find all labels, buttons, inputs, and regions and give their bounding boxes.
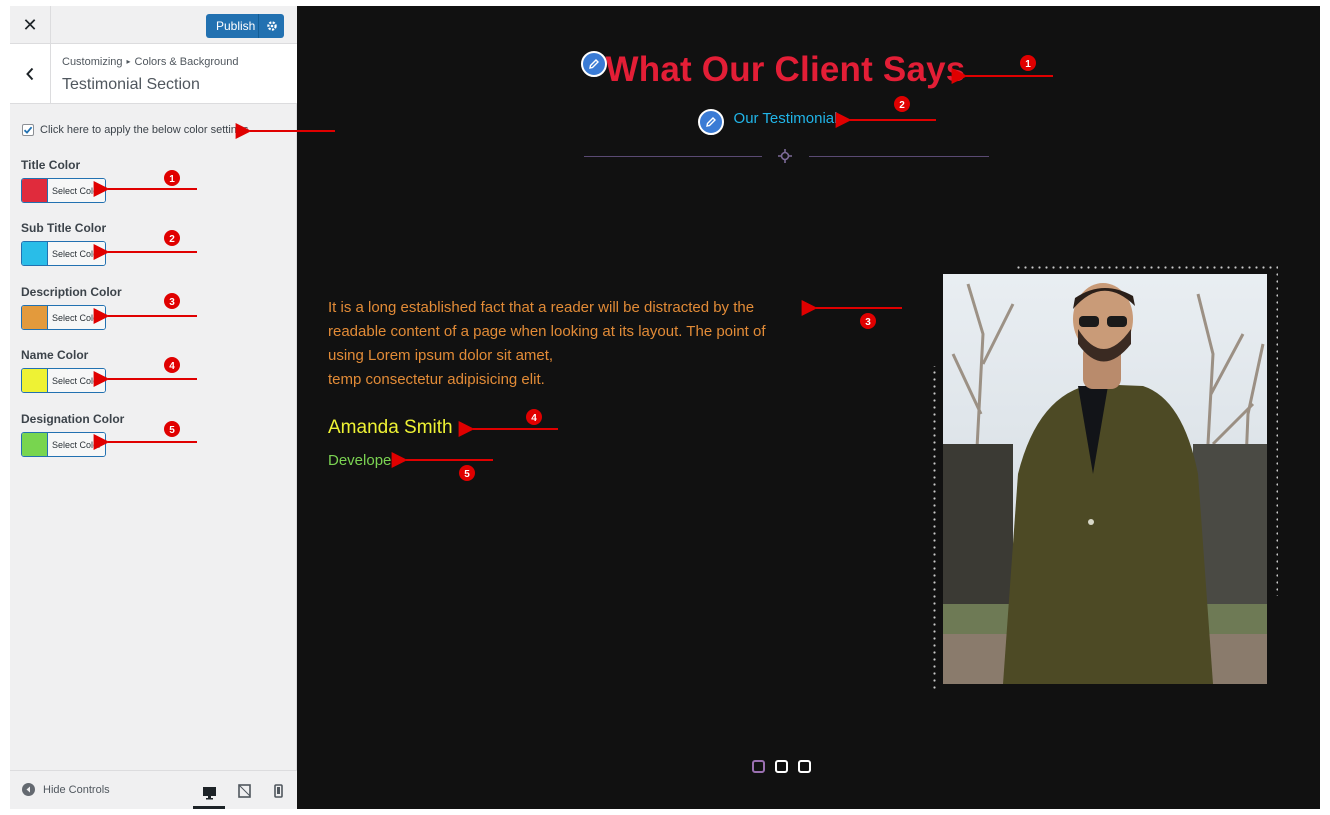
- client-photo: [943, 274, 1267, 684]
- title-color-label: Title Color: [21, 158, 81, 172]
- divider-line-right: [809, 156, 989, 157]
- customizer-footer: Hide Controls: [10, 770, 297, 809]
- subtitle-select-color-button[interactable]: Select Color: [47, 242, 105, 265]
- apply-color-settings-checkbox[interactable]: [22, 124, 34, 136]
- name-select-color-button[interactable]: Select Color: [47, 369, 105, 392]
- name-color-swatch[interactable]: [22, 369, 47, 392]
- desktop-preview-button[interactable]: [193, 779, 225, 809]
- designation-color-setting: Designation Color Select Color: [21, 412, 124, 457]
- client-name: Amanda Smith: [328, 417, 453, 438]
- publish-button-group: Publish: [206, 14, 284, 38]
- designation-color-swatch[interactable]: [22, 433, 47, 456]
- title-select-color-button[interactable]: Select Color: [47, 179, 105, 202]
- title-color-swatch[interactable]: [22, 179, 47, 202]
- tablet-icon: [237, 784, 251, 798]
- chevron-left-icon: [26, 67, 34, 81]
- title-color-setting: Title Color Select Color: [21, 158, 106, 203]
- testimonial-subtitle: Our Testimonial: [733, 110, 838, 127]
- mobile-icon: [273, 784, 283, 798]
- publish-settings-gear-icon[interactable]: [259, 20, 284, 32]
- name-color-picker[interactable]: Select Color: [21, 368, 106, 393]
- section-header: Customizing ▸ Colors & Background Testimon…: [10, 44, 297, 104]
- designation-color-label: Designation Color: [21, 412, 125, 426]
- customizer-window: ✕ Publish Customizing ▸ Colors & Backgroun…: [10, 6, 1320, 809]
- breadcrumb-root: Customizing: [62, 56, 123, 68]
- description-color-picker[interactable]: Select Color: [21, 305, 106, 330]
- name-color-setting: Name Color Select Color: [21, 348, 106, 393]
- description-line: temp consectetur adipisicing elit.: [328, 371, 545, 388]
- back-button[interactable]: [10, 44, 51, 104]
- name-color-label: Name Color: [21, 348, 89, 362]
- customizer-sidebar: ✕ Publish Customizing ▸ Colors & Backgroun…: [10, 6, 297, 809]
- publish-button[interactable]: Publish: [206, 19, 258, 33]
- crosshair-divider-icon: [778, 149, 792, 163]
- hide-controls-label: Hide Controls: [43, 783, 110, 796]
- close-customizer-button[interactable]: ✕: [10, 6, 51, 44]
- subtitle-color-label: Sub Title Color: [21, 221, 107, 235]
- description-line: readable content of a page when looking …: [328, 323, 766, 340]
- tablet-preview-button[interactable]: [228, 779, 260, 803]
- apply-color-settings-row: Click here to apply the below color sett…: [22, 124, 249, 136]
- designation-select-color-button[interactable]: Select Color: [47, 433, 105, 456]
- description-line: using Lorem ipsum dolor sit amet,: [328, 347, 554, 364]
- customizer-topbar: ✕ Publish: [10, 6, 297, 44]
- subtitle-color-swatch[interactable]: [22, 242, 47, 265]
- description-color-setting: Description Color Select Color: [21, 285, 122, 330]
- divider-line-left: [584, 156, 762, 157]
- hide-controls-button[interactable]: Hide Controls: [22, 783, 110, 796]
- pager-dot-1[interactable]: [752, 760, 765, 773]
- pager-dot-3[interactable]: [798, 760, 811, 773]
- pager-dot-2[interactable]: [775, 760, 788, 773]
- description-color-label: Description Color: [21, 285, 122, 299]
- subtitle-color-setting: Sub Title Color Select Color: [21, 221, 106, 266]
- mobile-preview-button[interactable]: [262, 779, 294, 803]
- subtitle-color-picker[interactable]: Select Color: [21, 241, 106, 266]
- breadcrumb-parent: Colors & Background: [134, 56, 239, 68]
- edit-subtitle-pencil-icon[interactable]: [698, 109, 724, 135]
- title-color-picker[interactable]: Select Color: [21, 178, 106, 203]
- collapse-arrow-icon: [22, 783, 35, 796]
- section-title: Testimonial Section: [62, 76, 200, 93]
- testimonial-pager: [752, 760, 811, 773]
- desktop-icon: [202, 786, 216, 799]
- edit-title-pencil-icon[interactable]: [581, 51, 607, 77]
- apply-color-settings-label: Click here to apply the below color sett…: [40, 124, 249, 136]
- description-line: It is a long established fact that a rea…: [328, 299, 755, 316]
- testimonial-description: It is a long established fact that a rea…: [328, 296, 848, 392]
- site-preview: What Our Client Says Our Testimonial It …: [297, 6, 1320, 809]
- description-color-swatch[interactable]: [22, 306, 47, 329]
- client-designation: Developer: [328, 452, 397, 469]
- description-select-color-button[interactable]: Select Color: [47, 306, 105, 329]
- testimonial-title: What Our Client Says: [605, 50, 966, 89]
- designation-color-picker[interactable]: Select Color: [21, 432, 106, 457]
- breadcrumb: Customizing ▸ Colors & Background: [62, 56, 239, 68]
- breadcrumb-separator-icon: ▸: [126, 57, 131, 66]
